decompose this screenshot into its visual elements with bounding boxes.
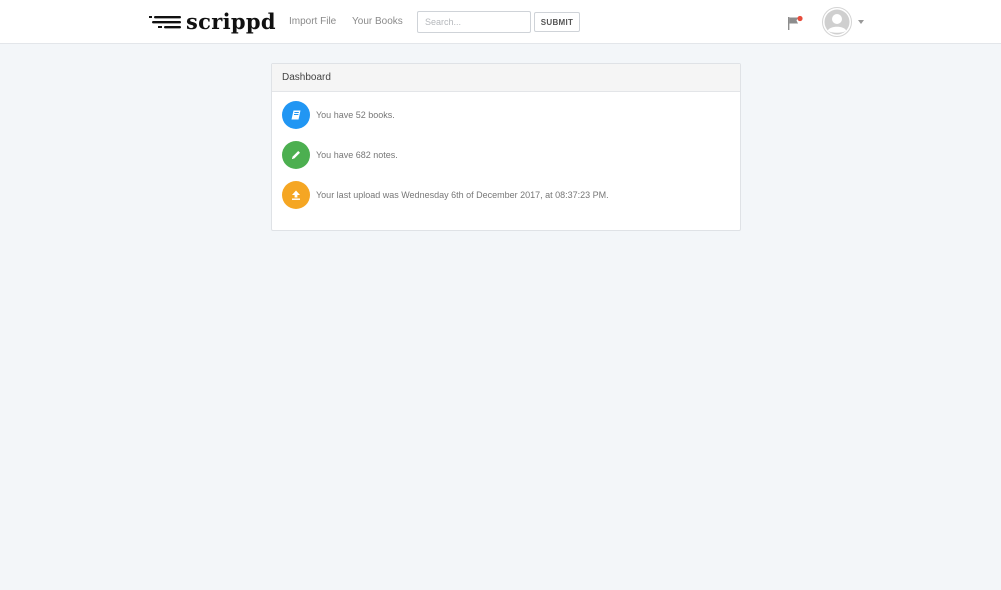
nav-import-file[interactable]: Import File	[289, 15, 336, 29]
dashboard-panel: Dashboard You have 52 books. You have 68…	[271, 63, 741, 231]
brand-logo[interactable]: scrippd	[149, 9, 276, 35]
nav-your-books[interactable]: Your Books	[352, 15, 403, 29]
pencil-icon	[282, 141, 310, 169]
books-count-text: You have 52 books.	[316, 110, 395, 120]
upload-icon	[282, 181, 310, 209]
top-navbar: scrippd Import File Your Books SUBMIT	[0, 0, 1001, 44]
submit-button[interactable]: SUBMIT	[534, 12, 580, 32]
panel-title: Dashboard	[272, 64, 740, 92]
book-icon	[282, 101, 310, 129]
notifications-button[interactable]	[787, 15, 805, 31]
user-menu-button[interactable]	[822, 7, 866, 37]
chevron-down-icon	[858, 20, 864, 24]
flag-icon	[788, 15, 803, 30]
notes-count-text: You have 682 notes.	[316, 150, 398, 160]
list-item: You have 682 notes.	[282, 141, 398, 169]
speed-lines-icon	[149, 16, 181, 29]
user-avatar-icon	[822, 7, 852, 37]
search-input[interactable]	[417, 11, 531, 33]
list-item: Your last upload was Wednesday 6th of De…	[282, 181, 609, 209]
brand-name: scrippd	[186, 9, 276, 34]
list-item: You have 52 books.	[282, 101, 395, 129]
last-upload-text: Your last upload was Wednesday 6th of De…	[316, 190, 609, 200]
